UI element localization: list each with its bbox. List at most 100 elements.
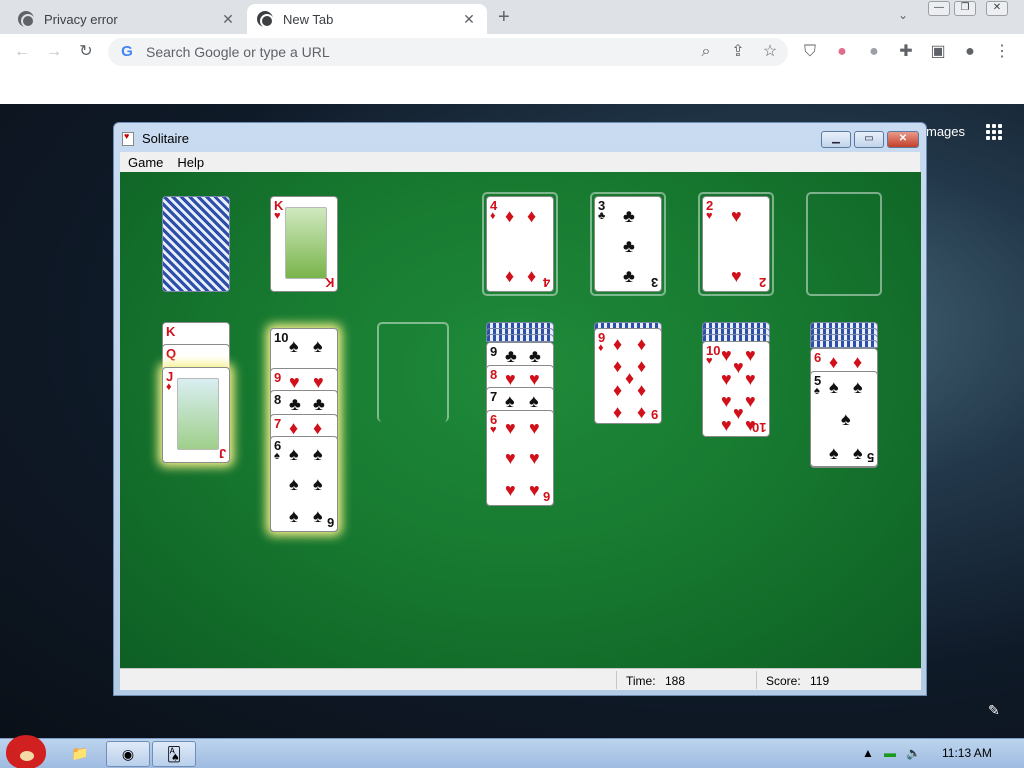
extensions-puzzle-icon[interactable]: ✚ bbox=[896, 42, 916, 62]
close-tab-icon[interactable]: ✕ bbox=[461, 11, 477, 28]
bookmark-star-icon[interactable]: ☆ bbox=[760, 42, 780, 62]
menu-bar: Game Help bbox=[120, 152, 920, 172]
card-suit: ♥ bbox=[706, 355, 713, 367]
pip: ♦ bbox=[625, 368, 635, 388]
profile-avatar-icon[interactable]: ● bbox=[960, 42, 980, 62]
tableau-empty-slot[interactable] bbox=[377, 322, 449, 422]
card-rank: 7 bbox=[274, 416, 282, 431]
side-panel-icon[interactable]: ▣ bbox=[928, 42, 948, 62]
pip: ♥ bbox=[721, 369, 732, 389]
reload-icon[interactable]: ↻ bbox=[76, 42, 96, 62]
pip: ♣ bbox=[529, 346, 541, 366]
solitaire-taskbar-icon[interactable]: 🂡 bbox=[152, 741, 196, 767]
pip: ♥ bbox=[529, 418, 540, 438]
pip: ♠ bbox=[289, 474, 299, 494]
close-button[interactable]: ✕ bbox=[887, 131, 919, 148]
tableau-card[interactable]: 6 ♥ ♥ ♥ ♥ ♥ ♥ ♥ 6 bbox=[486, 410, 554, 506]
tab-strip: Privacy error ✕ New Tab ✕ + ⌄ — ❐ ✕ bbox=[0, 0, 1024, 34]
foundation-slot-empty[interactable] bbox=[806, 192, 882, 296]
minimize-button[interactable]: ▁ bbox=[821, 131, 851, 148]
card-rank-bottom: J bbox=[218, 446, 226, 461]
minimize-window-icon[interactable]: — bbox=[928, 1, 950, 16]
tab-search-dropdown-icon[interactable]: ⌄ bbox=[898, 8, 908, 22]
pip: ♥ bbox=[313, 372, 324, 392]
start-button-angry-bird-icon[interactable] bbox=[6, 735, 46, 768]
menu-kebab-icon[interactable]: ⋮ bbox=[992, 42, 1012, 62]
foundation-card-1[interactable]: 4 ♦ ♦ ♦ ♦ ♦ 4 bbox=[486, 196, 554, 292]
pip: ♣ bbox=[623, 206, 635, 226]
explorer-folder-icon[interactable]: 📁 bbox=[58, 741, 102, 767]
tableau-card[interactable]: 6 ♠ ♠ ♠ ♠ ♠ ♠ ♠ 6 bbox=[270, 436, 338, 532]
share-icon[interactable]: ⇪ bbox=[728, 42, 748, 62]
pip: ♦ bbox=[637, 356, 647, 376]
forward-icon[interactable]: → bbox=[44, 42, 64, 62]
new-tab-page-top bbox=[0, 70, 1024, 104]
pip: ♦ bbox=[637, 402, 647, 422]
time-value: 188 bbox=[665, 674, 686, 688]
tab-new-tab[interactable]: New Tab ✕ bbox=[247, 4, 487, 34]
ublock-extension-icon[interactable]: ⛉ bbox=[800, 42, 820, 62]
card-suit: ♥ bbox=[490, 424, 497, 436]
pip: ♥ bbox=[745, 369, 756, 389]
restore-window-icon[interactable]: ❐ bbox=[954, 1, 976, 16]
card-rank: 9 bbox=[274, 370, 282, 385]
score-label: Score: bbox=[766, 674, 801, 688]
pip: ♠ bbox=[841, 409, 851, 429]
pip: ♣ bbox=[505, 346, 517, 366]
network-icon[interactable]: ▬ bbox=[884, 746, 896, 760]
pip: ♠ bbox=[289, 506, 299, 526]
card-rank-bottom: 3 bbox=[650, 275, 658, 290]
pip: ♠ bbox=[313, 336, 323, 356]
pip: ♦ bbox=[527, 206, 537, 226]
pip: ♦ bbox=[613, 334, 623, 354]
images-link[interactable]: mages bbox=[926, 124, 965, 139]
foundation-card-2[interactable]: 3 ♣ ♣ ♣ ♣ 3 bbox=[594, 196, 662, 292]
card-suit: ♦ bbox=[490, 210, 496, 222]
pip: ♥ bbox=[529, 480, 540, 500]
chrome-taskbar-icon[interactable]: ◉ bbox=[106, 741, 150, 767]
tableau-card[interactable]: 10 ♥ ♥ ♥ ♥ ♥ ♥ ♥ ♥ ♥ ♥ ♥ 10 bbox=[702, 341, 770, 437]
tab-title: New Tab bbox=[283, 11, 334, 27]
pip: ♠ bbox=[313, 506, 323, 526]
extension-leaf-icon[interactable]: ● bbox=[864, 42, 884, 62]
extension-icon[interactable]: ● bbox=[832, 42, 852, 62]
tab-privacy-error[interactable]: Privacy error ✕ bbox=[8, 4, 246, 34]
pip: ♦ bbox=[829, 352, 839, 372]
address-bar[interactable]: G Search Google or type a URL bbox=[108, 38, 788, 66]
pip: ♠ bbox=[529, 391, 539, 411]
zoom-icon[interactable]: ⌕ bbox=[696, 42, 716, 62]
card-rank-bottom: 6 bbox=[326, 515, 334, 530]
pip: ♠ bbox=[853, 377, 863, 397]
tableau-card[interactable]: 9 ♦ ♦ ♦ ♦ ♦ ♦ ♦ ♦ ♦ ♦ 9 bbox=[594, 328, 662, 424]
stock-pile[interactable] bbox=[162, 196, 230, 292]
show-hidden-icons[interactable]: ▲ bbox=[862, 746, 874, 760]
tableau-card[interactable]: 5 ♠ ♠ ♠ ♠ ♠ ♠ 5 bbox=[810, 371, 878, 467]
clock[interactable]: 11:13 AM bbox=[942, 746, 992, 760]
browser-toolbar: ← → ↻ G Search Google or type a URL ⌕ ⇪ … bbox=[0, 34, 1024, 70]
close-tab-icon[interactable]: ✕ bbox=[220, 11, 236, 28]
card-suit: ♠ bbox=[274, 450, 280, 462]
maximize-button[interactable]: ▭ bbox=[854, 131, 884, 148]
search-input[interactable]: Search Google or type a URL bbox=[146, 44, 788, 60]
back-icon[interactable]: ← bbox=[12, 42, 32, 62]
card-rank-bottom: 6 bbox=[542, 489, 550, 504]
new-tab-button[interactable]: + bbox=[498, 6, 510, 29]
google-apps-icon[interactable] bbox=[986, 124, 1002, 140]
waste-pile-card[interactable]: K ♥ K bbox=[270, 196, 338, 292]
pip: ♣ bbox=[623, 236, 635, 256]
card-rank: 8 bbox=[274, 392, 282, 407]
menu-game[interactable]: Game bbox=[128, 155, 163, 170]
card-suit: ♠ bbox=[814, 385, 820, 397]
menu-help[interactable]: Help bbox=[177, 155, 204, 170]
card-rank-bottom: 10 bbox=[751, 420, 766, 435]
foundation-card-3[interactable]: 2 ♥ ♥ ♥ 2 bbox=[702, 196, 770, 292]
face-down-card bbox=[486, 334, 554, 342]
face-down-card bbox=[810, 340, 878, 348]
customize-pencil-icon[interactable]: ✎ bbox=[988, 702, 1000, 719]
tableau-card[interactable]: J ♦ J bbox=[162, 367, 230, 463]
pip: ♦ bbox=[637, 334, 647, 354]
chrome-icon bbox=[257, 11, 274, 28]
volume-icon[interactable]: 🔈 bbox=[906, 746, 921, 760]
pip: ♥ bbox=[745, 391, 756, 411]
close-window-icon[interactable]: ✕ bbox=[986, 1, 1008, 16]
